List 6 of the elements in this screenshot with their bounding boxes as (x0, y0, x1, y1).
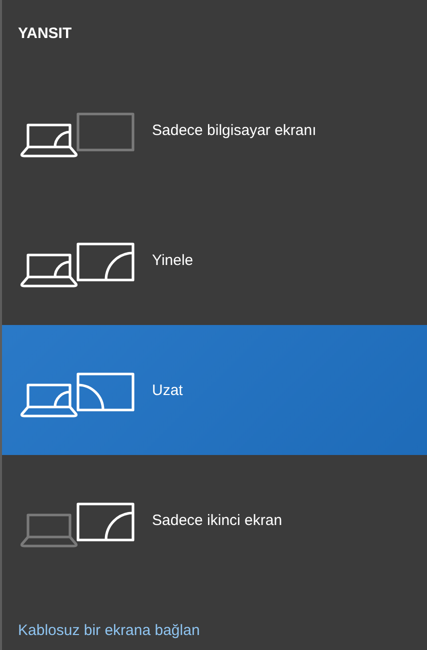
wireless-display-link[interactable]: Kablosuz bir ekrana bağlan (18, 622, 200, 639)
project-option[interactable]: Sadece ikinci ekran (2, 455, 427, 585)
project-option[interactable]: Uzat (2, 325, 427, 455)
project-option[interactable]: Yinele (2, 195, 427, 325)
project-option[interactable]: Sadece bilgisayar ekranı (2, 65, 427, 195)
panel-title: YANSIT (17, 24, 73, 40)
